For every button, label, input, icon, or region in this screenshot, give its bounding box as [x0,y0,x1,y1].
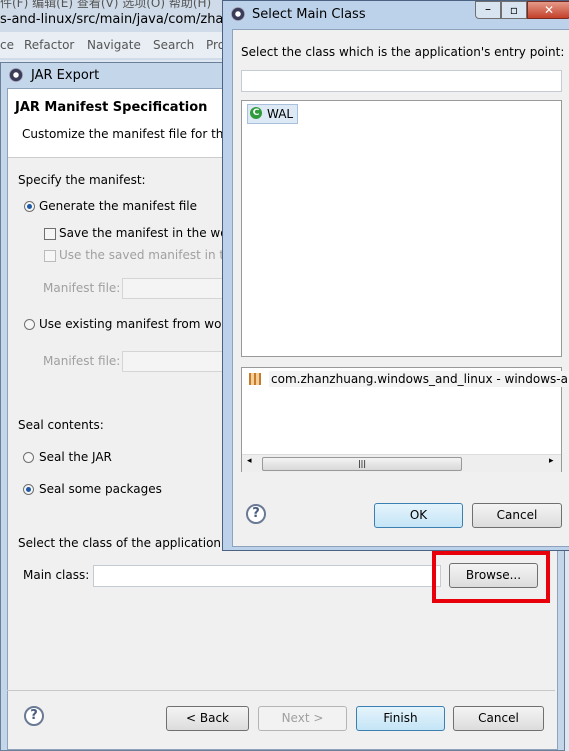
page-description: Customize the manifest file for the [22,127,231,141]
highlight-box [432,551,550,603]
generate-manifest-radio[interactable] [24,201,35,212]
ok-button[interactable]: OK [374,503,463,528]
class-icon: C [250,107,262,119]
class-list[interactable]: C WAL [241,100,562,357]
main-class-input[interactable] [93,565,441,587]
menu-navigate[interactable]: Navigate [87,38,141,52]
back-button[interactable]: < Back [166,706,249,731]
manifest-file-label: Manifest file: [43,281,121,295]
use-saved-manifest-checkbox[interactable] [44,250,56,262]
path-bar: s-and-linux/src/main/java/com/zhanzh [0,12,247,27]
next-button[interactable]: Next > [258,706,347,731]
scroll-left-arrow[interactable]: ◂ [247,456,252,466]
class-filter-input[interactable] [241,70,562,92]
page-title: JAR Manifest Specification [15,100,208,115]
list-item[interactable]: C WAL [247,104,298,124]
package-icon [249,373,261,385]
horizontal-scrollbar[interactable]: ◂ ||| ▸ [242,454,561,472]
maximize-button[interactable]: ▫ [501,1,527,19]
help-icon[interactable]: ? [246,504,266,524]
menu-refactor[interactable]: Refactor [24,38,74,52]
manifest-file-label-2: Manifest file: [43,354,121,368]
save-manifest-label[interactable]: Save the manifest in the wor [59,226,233,240]
select-class-prompt: Select the class which is the applicatio… [241,45,565,59]
footer-separator [7,690,555,691]
menu-search[interactable]: Search [153,38,194,52]
use-existing-manifest-radio[interactable] [24,319,35,330]
package-list[interactable]: com.zhanzhuang.windows_and_linux - windo… [241,367,569,472]
eclipse-icon [9,68,23,82]
help-icon[interactable]: ? [24,706,44,726]
seal-contents-label: Seal contents: [18,418,104,432]
cancel-button[interactable]: Cancel [453,706,544,731]
use-saved-manifest-label: Use the saved manifest in th [59,248,232,262]
eclipse-icon [231,7,245,21]
seal-some-packages-radio[interactable] [23,484,34,495]
seal-some-packages-label[interactable]: Seal some packages [39,482,162,496]
scroll-right-arrow[interactable]: ▸ [549,456,554,466]
main-class-label: Main class: [23,568,90,582]
close-button[interactable]: ✕ [527,1,569,19]
class-name: WAL [267,107,294,121]
select-class-label: Select the class of the application e [18,536,233,550]
scroll-thumb[interactable]: ||| [262,457,462,471]
save-manifest-checkbox[interactable] [44,228,56,240]
minimize-button[interactable]: – [475,1,501,19]
generate-manifest-label[interactable]: Generate the manifest file [39,199,197,213]
seal-jar-label[interactable]: Seal the JAR [39,450,112,464]
dialog-title: JAR Export [31,68,100,83]
dialog-title: Select Main Class [252,7,366,22]
list-item[interactable]: com.zhanzhuang.windows_and_linux - windo… [269,371,569,387]
manifest-file-input-2[interactable] [122,351,232,372]
seal-jar-radio[interactable] [23,452,34,463]
menu-cjk: 件(F) 编辑(E) 查看(V) 选项(O) 帮助(H) [0,0,212,10]
use-existing-manifest-label[interactable]: Use existing manifest from worl [39,317,230,331]
manifest-file-input[interactable] [122,278,232,299]
cancel-button[interactable]: Cancel [472,503,562,528]
finish-button[interactable]: Finish [356,706,445,731]
menu-item[interactable]: ce [0,38,14,52]
specify-label: Specify the manifest: [18,173,146,187]
